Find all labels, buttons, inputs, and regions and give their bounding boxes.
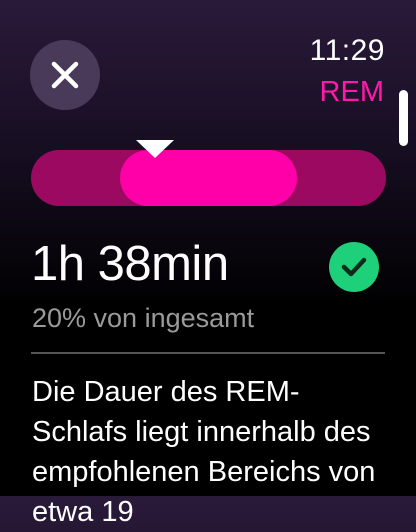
clock-time: 11:29 [309, 34, 385, 67]
description-text: Die Dauer des REM-Schlafs liegt innerhal… [32, 376, 376, 528]
checkmark-icon [341, 257, 367, 277]
close-icon [51, 61, 79, 89]
percent-of-total: 20% von ingesamt [32, 303, 255, 333]
sleep-stage-label: REM [319, 76, 384, 108]
status-badge [329, 242, 379, 292]
close-button[interactable] [30, 40, 100, 110]
value-marker-icon [136, 140, 175, 158]
rem-duration: 1h 38min [31, 237, 229, 291]
scrollbar[interactable] [399, 90, 408, 146]
divider [31, 352, 385, 354]
range-bar [31, 140, 386, 206]
recommended-range [119, 150, 298, 206]
